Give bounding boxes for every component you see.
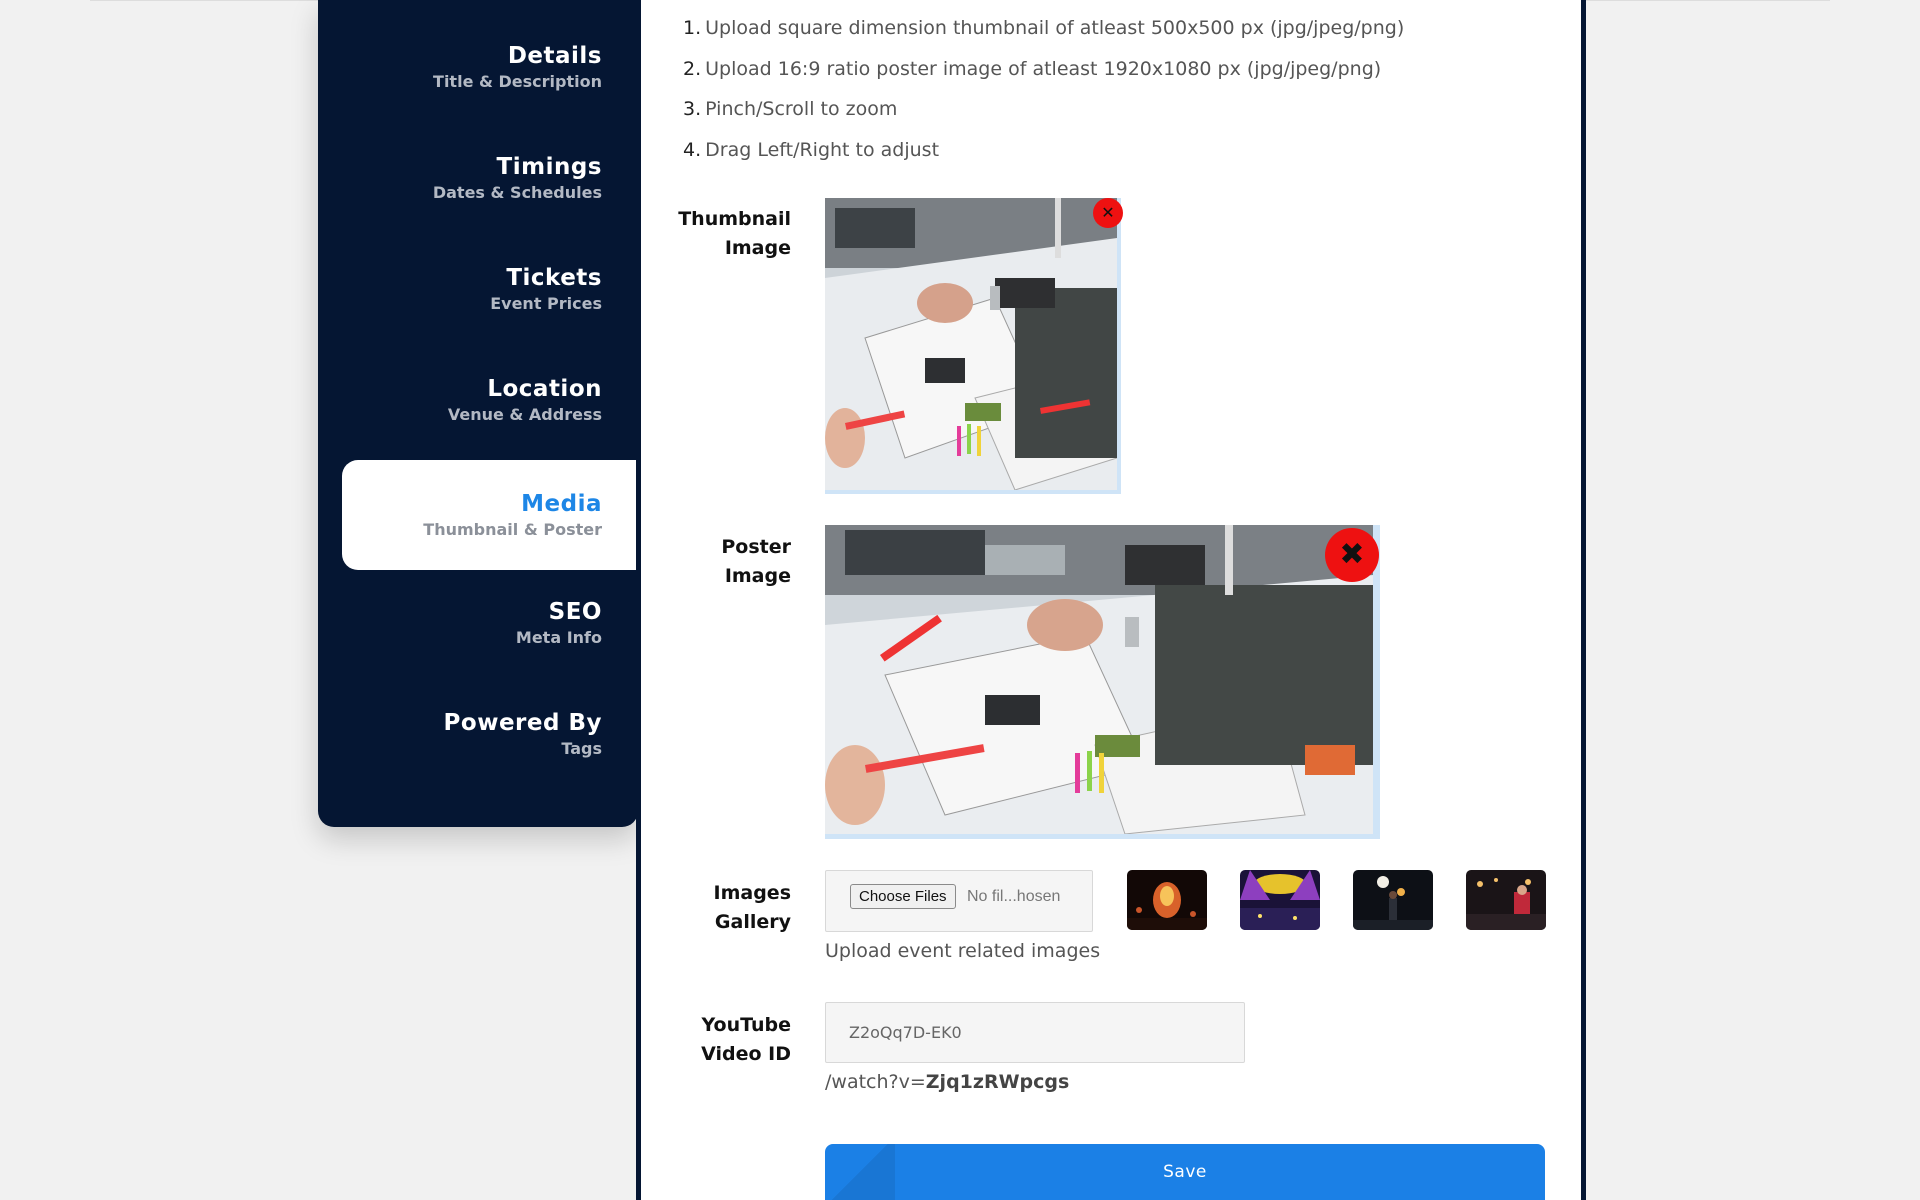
sidebar-item-seo[interactable]: SEO Meta Info [342, 556, 638, 666]
button-shade [825, 1144, 895, 1200]
sidebar-item-timings[interactable]: Timings Dates & Schedules [342, 111, 638, 221]
poster-preview-image[interactable] [825, 525, 1373, 834]
sidebar-item-location[interactable]: Location Venue & Address [342, 333, 638, 443]
nav-subtitle: Tags [561, 739, 602, 758]
sidebar-item-details[interactable]: Details Title & Description [342, 0, 638, 110]
gallery-image[interactable] [1240, 870, 1320, 930]
gallery-image-stage-lights [1240, 870, 1320, 930]
gallery-image-performer [1353, 870, 1433, 930]
nav-subtitle: Venue & Address [447, 405, 602, 424]
instruction-item: 2. Upload 16:9 ratio poster image of atle… [683, 57, 1382, 80]
nav-title: Powered By [443, 710, 602, 736]
remove-poster-button[interactable]: ✖ [1325, 528, 1379, 582]
nav-title: Tickets [506, 265, 602, 291]
nav-title: SEO [548, 599, 602, 625]
youtube-video-id-input[interactable] [825, 1002, 1245, 1063]
images-gallery-label: Images Gallery [713, 882, 791, 933]
sidebar-item-powered-by[interactable]: Powered By Tags [342, 667, 638, 777]
instruction-item: 1. Upload square dimension thumbnail of a… [683, 17, 1405, 39]
gallery-file-input[interactable]: Choose Files No fil...hosen [825, 870, 1093, 932]
gallery-image-crowd [1466, 870, 1546, 930]
gallery-image[interactable] [1466, 870, 1546, 930]
gallery-image-concert-fire [1127, 870, 1207, 930]
nav-subtitle: Meta Info [515, 628, 602, 647]
sidebar-item-media[interactable]: Media Thumbnail & Poster [342, 460, 638, 570]
gallery-image[interactable] [1353, 870, 1433, 930]
gallery-image[interactable] [1127, 870, 1207, 930]
nav-subtitle: Event Prices [490, 294, 602, 313]
youtube-video-id-label: YouTube Video ID [701, 1014, 791, 1065]
instruction-item: 4. Drag Left/Right to adjust [683, 138, 940, 161]
choose-files-button[interactable]: Choose Files [850, 884, 956, 909]
nav-title: Details [507, 43, 602, 69]
poster-cropper[interactable]: ✖ [825, 525, 1380, 839]
youtube-url-hint: /watch?v=Zjq1zRWpcgs [825, 1071, 1070, 1093]
sidebar-nav: Details Title & Description Timings Date… [318, 0, 638, 827]
poster-label: Poster Image [721, 536, 791, 587]
gallery-help-text: Upload event related images [825, 940, 1101, 962]
thumbnail-label: Thumbnail Image [678, 208, 791, 259]
no-file-chosen-text: No fil...hosen [967, 888, 1061, 905]
close-icon: ✕ [1101, 203, 1115, 222]
close-icon: ✖ [1339, 537, 1365, 572]
upload-instructions: 1. Upload square dimension thumbnail of a… [683, 14, 1404, 176]
sidebar-item-tickets[interactable]: Tickets Event Prices [342, 222, 638, 332]
instruction-item: 3. Pinch/Scroll to zoom [683, 98, 898, 120]
thumbnail-preview-image[interactable] [825, 198, 1117, 490]
nav-title: Location [487, 376, 602, 402]
save-button[interactable]: Save [825, 1144, 1545, 1200]
nav-title: Media [521, 491, 602, 517]
remove-thumbnail-button[interactable]: ✕ [1093, 198, 1123, 228]
nav-title: Timings [496, 154, 602, 180]
nav-subtitle: Title & Description [433, 72, 602, 91]
nav-subtitle: Dates & Schedules [432, 183, 602, 202]
nav-subtitle: Thumbnail & Poster [423, 520, 602, 539]
save-button-label: Save [1163, 1162, 1207, 1182]
thumbnail-cropper[interactable]: ✕ [825, 198, 1123, 494]
